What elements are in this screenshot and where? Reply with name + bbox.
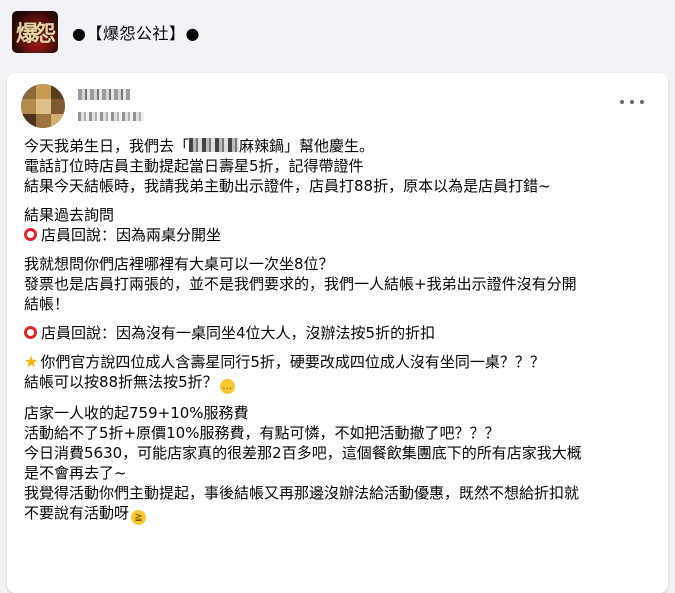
more-dot-icon	[620, 100, 624, 104]
post-text: 店家一人收的起759+10%服務費	[24, 404, 249, 422]
post-text: 我覺得活動你們主動提起，事後結帳又再那邊沒辦法給活動優惠，既然不想給折扣就	[24, 484, 580, 502]
star-icon: ★	[24, 352, 39, 371]
red-circle-icon	[24, 326, 37, 339]
post-paragraph: 店家一人收的起759+10%服務費活動給不了5折+原價10%服務費，有點可憐，不…	[24, 403, 654, 525]
post-text: 你們官方說四位成人含壽星同行5折，硬要改成四位成人沒有坐同一桌？？？	[40, 353, 545, 371]
post-line: 今日消費5630，可能店家真的很差那2百多吧，這個餐飲集團底下的所有店家我大概	[24, 443, 654, 463]
more-dot-icon	[630, 100, 634, 104]
post-paragraph: 店員回說：因為沒有一桌同坐4位大人，沒辦法按5折的折扣	[24, 323, 654, 343]
post-line: 不要說有活動呀 ≧	[24, 503, 654, 525]
post-line: 我就想問你們店裡哪裡有大桌可以一次坐8位？	[24, 254, 654, 274]
post-line: 店家一人收的起759+10%服務費	[24, 403, 654, 423]
author-avatar[interactable]	[21, 84, 65, 128]
post-text: 我就想問你們店裡哪裡有大桌可以一次坐8位？	[24, 255, 334, 273]
post-line: 結帳！	[24, 294, 654, 314]
group-logo-glyph: 爆怨	[16, 21, 56, 47]
post-line: 活動給不了5折+原價10%服務費，有點可憐，不如把活動撤了吧？？？	[24, 423, 654, 443]
post-text: 活動給不了5折+原價10%服務費，有點可憐，不如把活動撤了吧？？？	[24, 424, 500, 442]
group-logo[interactable]: 爆怨	[12, 11, 58, 53]
post-text: 店員回說：因為兩桌分開坐	[41, 226, 222, 244]
post-text: 麻辣鍋」幫他慶生。	[239, 137, 375, 155]
post-text: 不要說有活動呀	[24, 504, 130, 522]
post-text: 結果過去詢問	[24, 206, 115, 224]
more-dot-icon	[640, 100, 644, 104]
more-options-button[interactable]	[620, 95, 644, 109]
post-text: 今天我弟生日，我們去「	[24, 137, 190, 155]
post-line: 店員回說：因為沒有一桌同坐4位大人，沒辦法按5折的折扣	[24, 323, 654, 343]
post-paragraph: 今天我弟生日，我們去「 麻辣鍋」幫他慶生。電話訂位時店員主動提起當日壽星5折，記得…	[24, 136, 654, 196]
red-circle-icon	[24, 228, 37, 241]
post-line: 店員回說：因為兩桌分開坐	[24, 225, 654, 245]
post-text: 店員回說：因為沒有一桌同坐4位大人，沒辦法按5折的折扣	[41, 324, 436, 342]
post-meta-redacted[interactable]	[78, 112, 144, 121]
post-text: 是不會再去了~	[24, 464, 127, 482]
censored-restaurant-name	[189, 138, 240, 152]
post-text: 結帳！	[24, 295, 70, 313]
post-text: 電話訂位時店員主動提起當日壽星5折，記得帶證件	[24, 157, 364, 175]
post-line: 結帳可以按88折無法按5折？…	[24, 372, 654, 394]
post-line: 是不會再去了~	[24, 463, 654, 483]
post-line: 電話訂位時店員主動提起當日壽星5折，記得帶證件	[24, 156, 654, 176]
post-line: 結果過去詢問	[24, 205, 654, 225]
post-line: 今天我弟生日，我們去「 麻辣鍋」幫他慶生。	[24, 136, 654, 156]
post-text: 結果今天結帳時，我請我弟主動出示證件，店員打88折，原本以為是店員打錯~	[24, 177, 551, 195]
author-name-redacted[interactable]	[78, 89, 130, 100]
post-text: 今日消費5630，可能店家真的很差那2百多吧，這個餐飲集團底下的所有店家我大概	[24, 444, 582, 462]
group-header: 爆怨 ●【爆怨公社】●	[0, 0, 675, 62]
post-body: 今天我弟生日，我們去「 麻辣鍋」幫他慶生。電話訂位時店員主動提起當日壽星5折，記得…	[24, 136, 654, 534]
thinking-face-icon: …	[219, 379, 235, 394]
group-name[interactable]: ●【爆怨公社】●	[72, 20, 200, 44]
post-line: 我覺得活動你們主動提起，事後結帳又再那邊沒辦法給活動優惠，既然不想給折扣就	[24, 483, 654, 503]
post-line: ★ 你們官方說四位成人含壽星同行5折，硬要改成四位成人沒有坐同一桌？？？	[24, 352, 654, 372]
post-text: 結帳可以按88折無法按5折？	[24, 373, 218, 391]
post-paragraph: 結果過去詢問店員回說：因為兩桌分開坐	[24, 205, 654, 245]
post-paragraph: 我就想問你們店裡哪裡有大桌可以一次坐8位？ 發票也是店員打兩張的，並不是我們要求的…	[24, 254, 654, 314]
post-paragraph: ★ 你們官方說四位成人含壽星同行5折，硬要改成四位成人沒有坐同一桌？？？ 結帳可以按…	[24, 352, 654, 394]
post-line: 結果今天結帳時，我請我弟主動出示證件，店員打88折，原本以為是店員打錯~	[24, 176, 654, 196]
post-text: 發票也是店員打兩張的，並不是我們要求的，我們一人結帳+我弟出示證件沒有分開	[24, 275, 577, 293]
post-line: 發票也是店員打兩張的，並不是我們要求的，我們一人結帳+我弟出示證件沒有分開	[24, 274, 654, 294]
laughing-face-icon: ≧	[131, 510, 147, 525]
